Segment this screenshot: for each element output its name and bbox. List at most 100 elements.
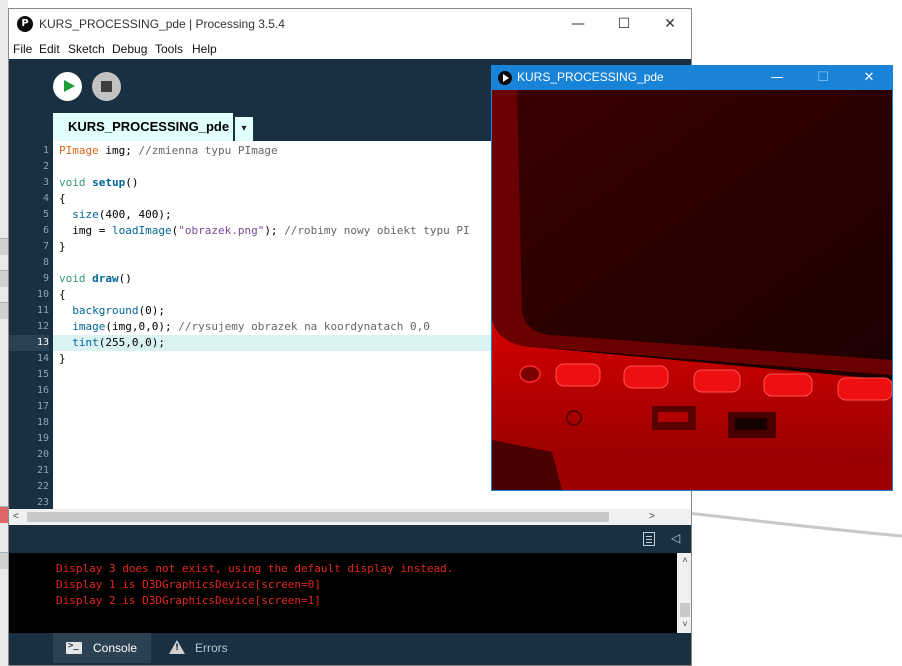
code-line[interactable]: } [59, 239, 66, 255]
line-number: 6 [42, 225, 49, 236]
menu-sketch[interactable]: Sketch [68, 42, 105, 56]
code-line[interactable]: } [59, 351, 66, 367]
processing-play-icon [498, 71, 512, 85]
line-number: 4 [42, 193, 49, 204]
code-token: () [118, 272, 132, 285]
collapse-console-icon[interactable]: ◁ [671, 531, 680, 545]
code-line[interactable]: PImage img; //zmienna typu PImage [59, 143, 278, 159]
code-token: "obrazek.png" [178, 224, 265, 237]
code-token: () [125, 176, 139, 189]
scroll-left-icon[interactable]: < [13, 509, 25, 525]
scroll-right-icon[interactable]: > [649, 509, 661, 525]
sketch-maximize-button[interactable]: ☐ [800, 66, 846, 90]
line-number: 21 [36, 465, 49, 476]
sketch-output-window: KURS_PROCESSING_pde — ☐ ✕ [491, 65, 893, 491]
line-number: 1 [42, 145, 49, 156]
code-token: image [72, 320, 106, 333]
code-line[interactable]: background(0); [59, 303, 165, 319]
code-line[interactable]: void setup() [59, 175, 139, 191]
tab-kurs-processing-pde[interactable]: KURS_PROCESSING_pde [53, 113, 233, 141]
code-line[interactable]: image(img,0,0); //rysujemy obrazek na ko… [59, 319, 430, 335]
sketch-window-titlebar[interactable]: KURS_PROCESSING_pde — ☐ ✕ [492, 66, 892, 90]
code-token: { [59, 192, 66, 205]
processing-logo-icon: P [17, 16, 33, 32]
code-token: //robimy nowy obiekt typu PI [284, 224, 470, 237]
code-line[interactable]: { [59, 191, 66, 207]
line-number: 17 [36, 401, 49, 412]
line-number: 22 [36, 481, 49, 492]
code-token: (400, 400); [98, 208, 172, 221]
code-line[interactable]: img = loadImage("obrazek.png"); //robimy… [59, 223, 470, 239]
code-token: } [59, 240, 66, 253]
code-token: } [59, 352, 66, 365]
copy-console-icon[interactable] [643, 532, 655, 546]
line-number: 19 [36, 433, 49, 444]
close-button[interactable]: ✕ [647, 9, 691, 39]
menu-help[interactable]: Help [192, 42, 217, 56]
tab-console-label: Console [93, 641, 138, 655]
minimize-button[interactable]: — [555, 9, 601, 39]
code-token: { [59, 288, 66, 301]
console-output[interactable]: Display 3 does not exist, using the defa… [9, 553, 691, 633]
menu-debug[interactable]: Debug [112, 42, 147, 56]
console-vertical-scrollbar[interactable]: ˄ ˅ [677, 553, 691, 633]
console-divider[interactable]: ◁ [9, 525, 691, 553]
code-token: tint [72, 336, 99, 349]
code-token: setup [92, 176, 126, 189]
scroll-up-icon[interactable]: ˄ [677, 555, 691, 565]
sketch-close-button[interactable]: ✕ [846, 66, 892, 90]
console-line: Display 1 is D3DGraphicsDevice[screen=0] [56, 578, 321, 591]
horizontal-scrollbar[interactable]: < > [9, 509, 691, 525]
background-window-fragment [0, 552, 8, 569]
code-line[interactable]: size(400, 400); [59, 207, 172, 223]
code-token: background [72, 304, 139, 317]
line-number: 5 [42, 209, 49, 220]
sketch-canvas-red-tinted-photo[interactable] [492, 90, 892, 490]
line-number: 15 [36, 369, 49, 380]
menu-edit[interactable]: Edit [39, 42, 60, 56]
warning-icon [169, 640, 185, 654]
code-token: void [59, 176, 86, 189]
code-token: loadImage [111, 224, 172, 237]
sketch-minimize-button[interactable]: — [754, 66, 800, 90]
line-number: 18 [36, 417, 49, 428]
tab-errors-label: Errors [195, 641, 228, 655]
line-number: 20 [36, 449, 49, 460]
scrollbar-thumb[interactable] [27, 512, 609, 522]
line-number: 8 [42, 257, 49, 268]
line-number: 23 [36, 497, 49, 508]
line-number: 11 [36, 305, 49, 316]
tab-menu-button[interactable]: ▾ [235, 117, 253, 141]
scrollbar-thumb[interactable] [680, 603, 690, 617]
line-number: 16 [36, 385, 49, 396]
background-window-fragment [0, 506, 8, 523]
code-line[interactable]: void draw() [59, 271, 132, 287]
code-token: size [72, 208, 99, 221]
tab-errors[interactable]: Errors [159, 633, 247, 663]
code-token: void [59, 272, 86, 285]
menu-file[interactable]: File [13, 42, 32, 56]
code-token: (255,0,0); [98, 336, 165, 349]
run-button[interactable] [53, 72, 82, 101]
window-titlebar[interactable]: P KURS_PROCESSING_pde | Processing 3.5.4… [9, 9, 691, 39]
code-line[interactable]: { [59, 287, 66, 303]
tab-console[interactable]: Console [53, 633, 151, 663]
menubar: File Edit Sketch Debug Tools Help [9, 39, 691, 59]
background-window-fragment [0, 302, 8, 319]
code-line[interactable]: tint(255,0,0); [59, 335, 165, 351]
line-number: 12 [36, 321, 49, 332]
stop-button[interactable] [92, 72, 121, 101]
maximize-button[interactable]: ☐ [601, 9, 647, 39]
line-number: 10 [36, 289, 49, 300]
line-number: 3 [42, 177, 49, 188]
scroll-down-icon[interactable]: ˅ [677, 619, 691, 629]
console-tabs-bar: Console Errors [9, 633, 691, 665]
line-number: 14 [36, 353, 49, 364]
line-number: 2 [42, 161, 49, 172]
line-number: 9 [42, 273, 49, 284]
window-title: KURS_PROCESSING_pde | Processing 3.5.4 [39, 17, 285, 31]
menu-tools[interactable]: Tools [155, 42, 183, 56]
console-line: Display 2 is D3DGraphicsDevice[screen=1] [56, 594, 321, 607]
